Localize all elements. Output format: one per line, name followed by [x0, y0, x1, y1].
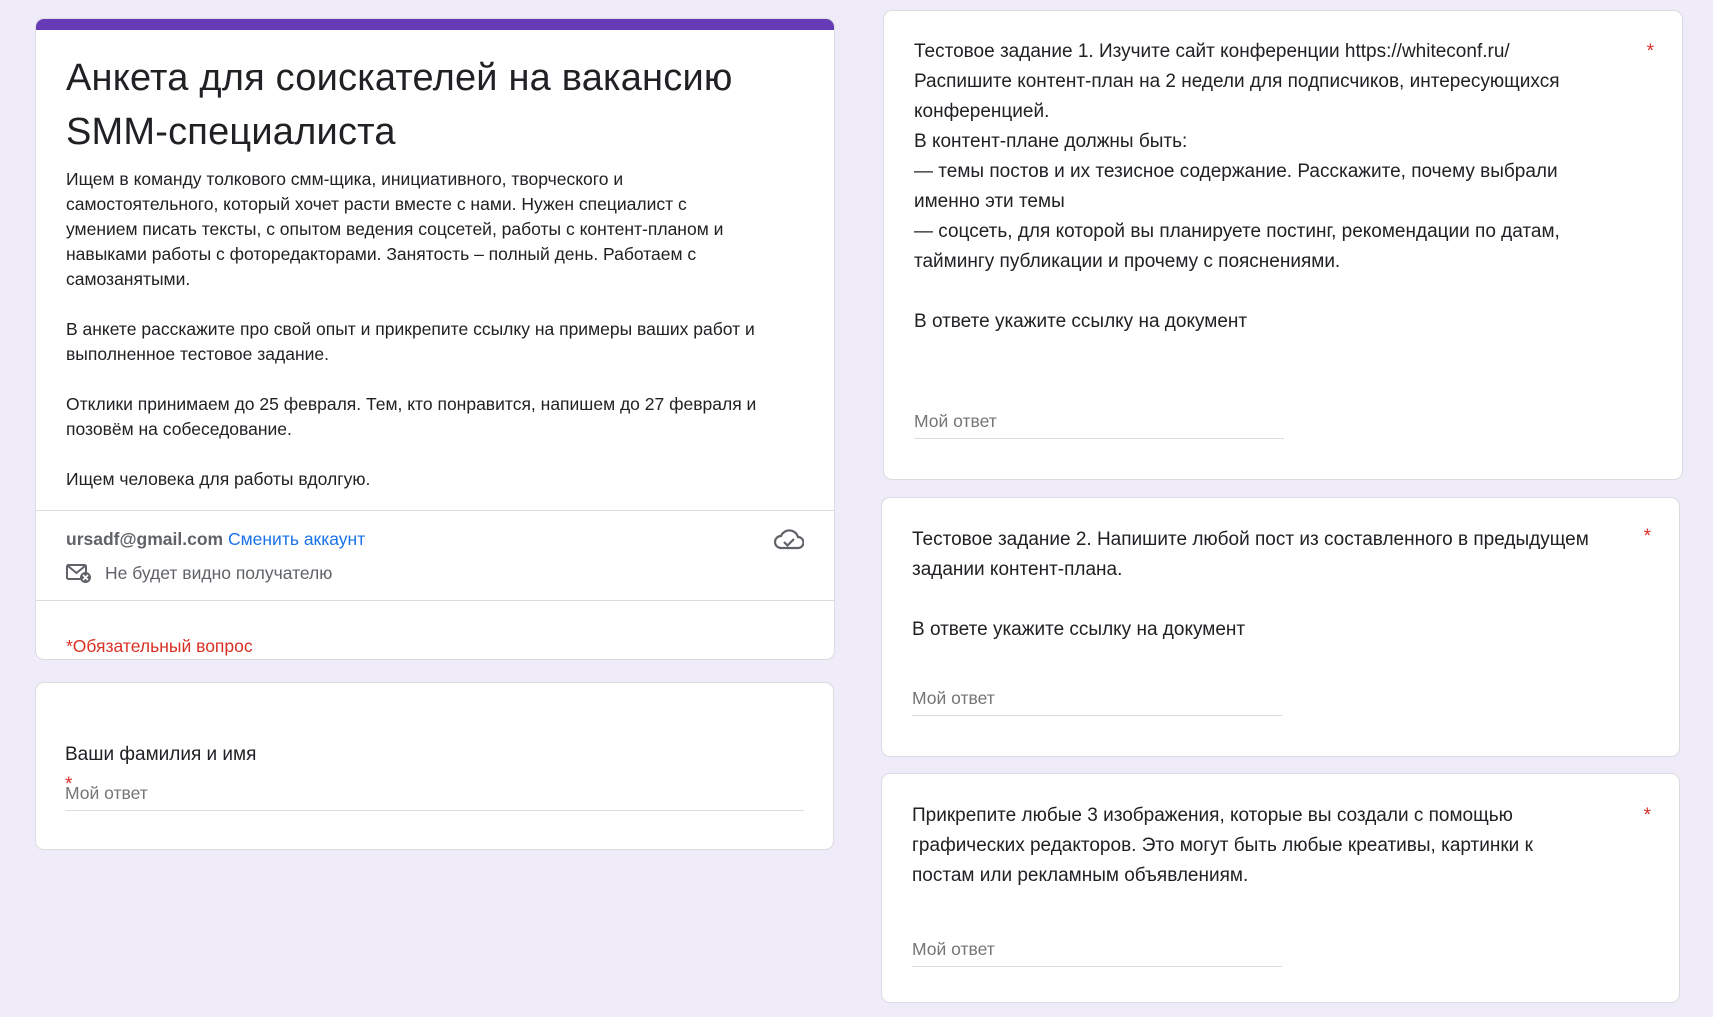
account-row: ursadf@gmail.com Сменить аккаунт	[66, 528, 365, 550]
question-text: Ваши фамилия и имя	[65, 744, 257, 765]
task1-answer-input[interactable]	[914, 411, 1284, 439]
divider	[36, 600, 834, 601]
question-text: Тестовое задание 1. Изучите сайт конфере…	[914, 41, 1560, 332]
images-answer-input[interactable]	[912, 939, 1282, 967]
required-note: *Обязательный вопрос	[66, 636, 253, 656]
hidden-note-row: Не будет видно получателю	[66, 562, 332, 584]
task2-answer-input[interactable]	[912, 688, 1282, 716]
question-card-task-1: Тестовое задание 1. Изучите сайт конфере…	[883, 10, 1683, 480]
switch-account-link[interactable]: Сменить аккаунт	[228, 529, 365, 549]
divider	[36, 510, 834, 511]
mail-hidden-icon	[66, 564, 91, 583]
form-title: Анкета для соискателей на вакансию SMM-с…	[66, 57, 733, 153]
cloud-check-icon	[774, 529, 804, 550]
hidden-note-text: Не будет видно получателю	[105, 563, 333, 583]
form-description: Ищем в команду толкового смм-щика, иници…	[66, 169, 757, 489]
form-header-card: Анкета для соискателей на вакансию SMM-с…	[35, 18, 835, 660]
question-text: Прикрепите любые 3 изображения, которые …	[912, 805, 1533, 886]
required-asterisk: *	[1643, 526, 1651, 547]
accent-bar	[36, 19, 834, 30]
name-answer-input[interactable]	[65, 783, 804, 811]
question-card-task-2: Тестовое задание 2. Напишите любой пост …	[881, 497, 1680, 757]
required-asterisk: *	[1643, 805, 1651, 826]
required-asterisk: *	[1646, 41, 1654, 62]
question-card-images: Прикрепите любые 3 изображения, которые …	[881, 773, 1680, 1003]
question-text: Тестовое задание 2. Напишите любой пост …	[912, 529, 1589, 640]
question-card-name: Ваши фамилия и имя *	[35, 682, 834, 850]
account-email: ursadf@gmail.com	[66, 529, 224, 549]
